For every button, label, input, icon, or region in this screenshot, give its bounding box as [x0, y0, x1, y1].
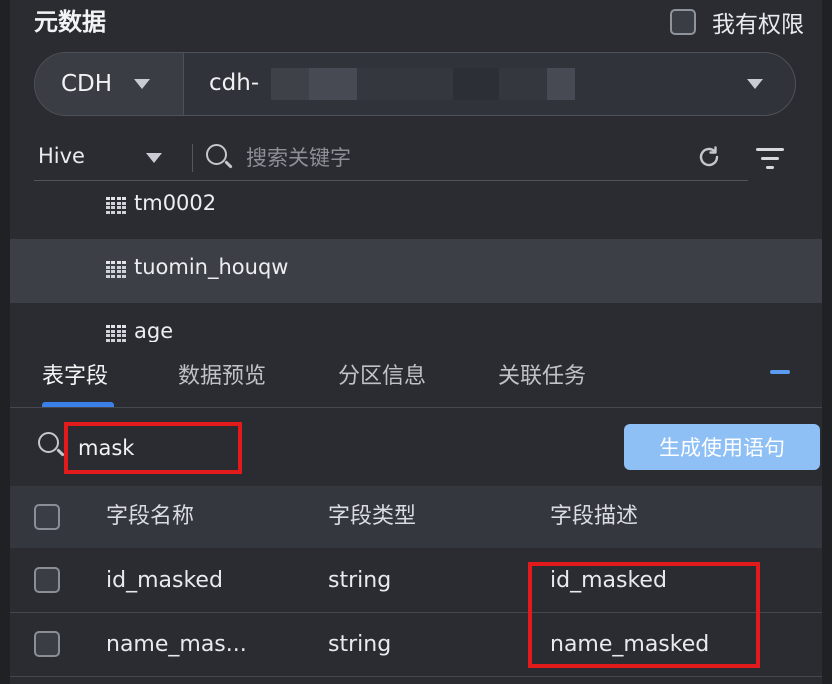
- row-checkbox[interactable]: [34, 567, 60, 593]
- field-description: name_masked: [550, 632, 710, 657]
- chevron-down-icon: [747, 79, 763, 89]
- chevron-down-icon: [146, 153, 162, 163]
- column-header: 字段类型: [328, 504, 417, 529]
- table-filter-bar: Hive: [34, 136, 794, 182]
- redacted-block: [357, 68, 453, 100]
- tree-item[interactable]: tm0002: [10, 182, 822, 239]
- filter-icon[interactable]: [756, 148, 788, 172]
- field-search-bar: 生成使用语句: [10, 410, 822, 486]
- left-edge: [0, 0, 10, 684]
- table-row: id_masked string id_masked: [10, 549, 822, 613]
- field-description: id_masked: [550, 568, 667, 593]
- my-permission-toggle[interactable]: 我有权限: [670, 6, 804, 38]
- detail-tabs: 表字段 数据预览 分区信息 关联任务: [10, 342, 822, 408]
- tree-item-selected[interactable]: tuomin_houqw: [10, 239, 822, 303]
- table-icon: [106, 325, 126, 342]
- panel-header: 元数据 我有权限: [34, 6, 804, 40]
- active-tab-indicator: [42, 402, 114, 407]
- column-header: 字段名称: [106, 504, 195, 529]
- redacted-block: [309, 68, 357, 100]
- source-type-label: CDH: [61, 71, 113, 97]
- redacted-block: [547, 68, 575, 100]
- tree-item-label: tuomin_houqw: [134, 255, 289, 279]
- field-type: string: [328, 632, 392, 657]
- data-source-selector: CDH cdh-: [34, 52, 796, 116]
- cluster-name: cdh-: [209, 70, 260, 96]
- redacted-block: [499, 68, 547, 100]
- my-permission-checkbox[interactable]: [670, 9, 696, 35]
- tree-item[interactable]: age: [10, 303, 822, 342]
- field-name: name_mas...: [106, 632, 247, 657]
- select-all-checkbox[interactable]: [34, 504, 60, 530]
- tab-partition-info[interactable]: 分区信息: [338, 358, 426, 390]
- tab-fields[interactable]: 表字段: [42, 358, 108, 390]
- search-underline: [34, 180, 748, 181]
- table-row: name_mas... string name_masked: [10, 613, 822, 677]
- tree-item-label: tm0002: [134, 191, 217, 215]
- table-header: 字段名称 字段类型 字段描述: [10, 486, 822, 548]
- field-search-input[interactable]: [78, 432, 238, 464]
- tab-data-preview[interactable]: 数据预览: [178, 358, 266, 390]
- search-icon: [38, 432, 66, 460]
- field-name: id_masked: [106, 568, 223, 593]
- divider: [192, 144, 193, 172]
- redacted-block: [271, 68, 309, 100]
- keyword-search-input[interactable]: [246, 142, 686, 174]
- source-type-dropdown[interactable]: CDH: [35, 53, 183, 115]
- refresh-icon[interactable]: [696, 144, 722, 170]
- table-tree: tm0002 tuomin_houqw age: [10, 182, 822, 342]
- fields-table: 字段名称 字段类型 字段描述 id_masked string id_maske…: [10, 486, 822, 684]
- generate-statement-button[interactable]: 生成使用语句: [624, 424, 820, 470]
- tab-related-tasks[interactable]: 关联任务: [498, 358, 586, 390]
- db-type-label: Hive: [38, 144, 85, 168]
- field-type: string: [328, 568, 392, 593]
- panel-title: 元数据: [34, 8, 106, 36]
- column-header: 字段描述: [550, 504, 639, 529]
- table-icon: [106, 197, 126, 214]
- divider: [183, 53, 184, 115]
- tree-item-label: age: [134, 319, 174, 342]
- chevron-down-icon: [134, 79, 150, 89]
- redacted-block: [453, 68, 499, 100]
- right-edge: [822, 0, 832, 684]
- search-icon: [206, 144, 234, 172]
- table-icon: [106, 261, 126, 278]
- my-permission-label: 我有权限: [712, 12, 804, 38]
- collapse-icon[interactable]: [770, 370, 790, 374]
- row-checkbox[interactable]: [34, 631, 60, 657]
